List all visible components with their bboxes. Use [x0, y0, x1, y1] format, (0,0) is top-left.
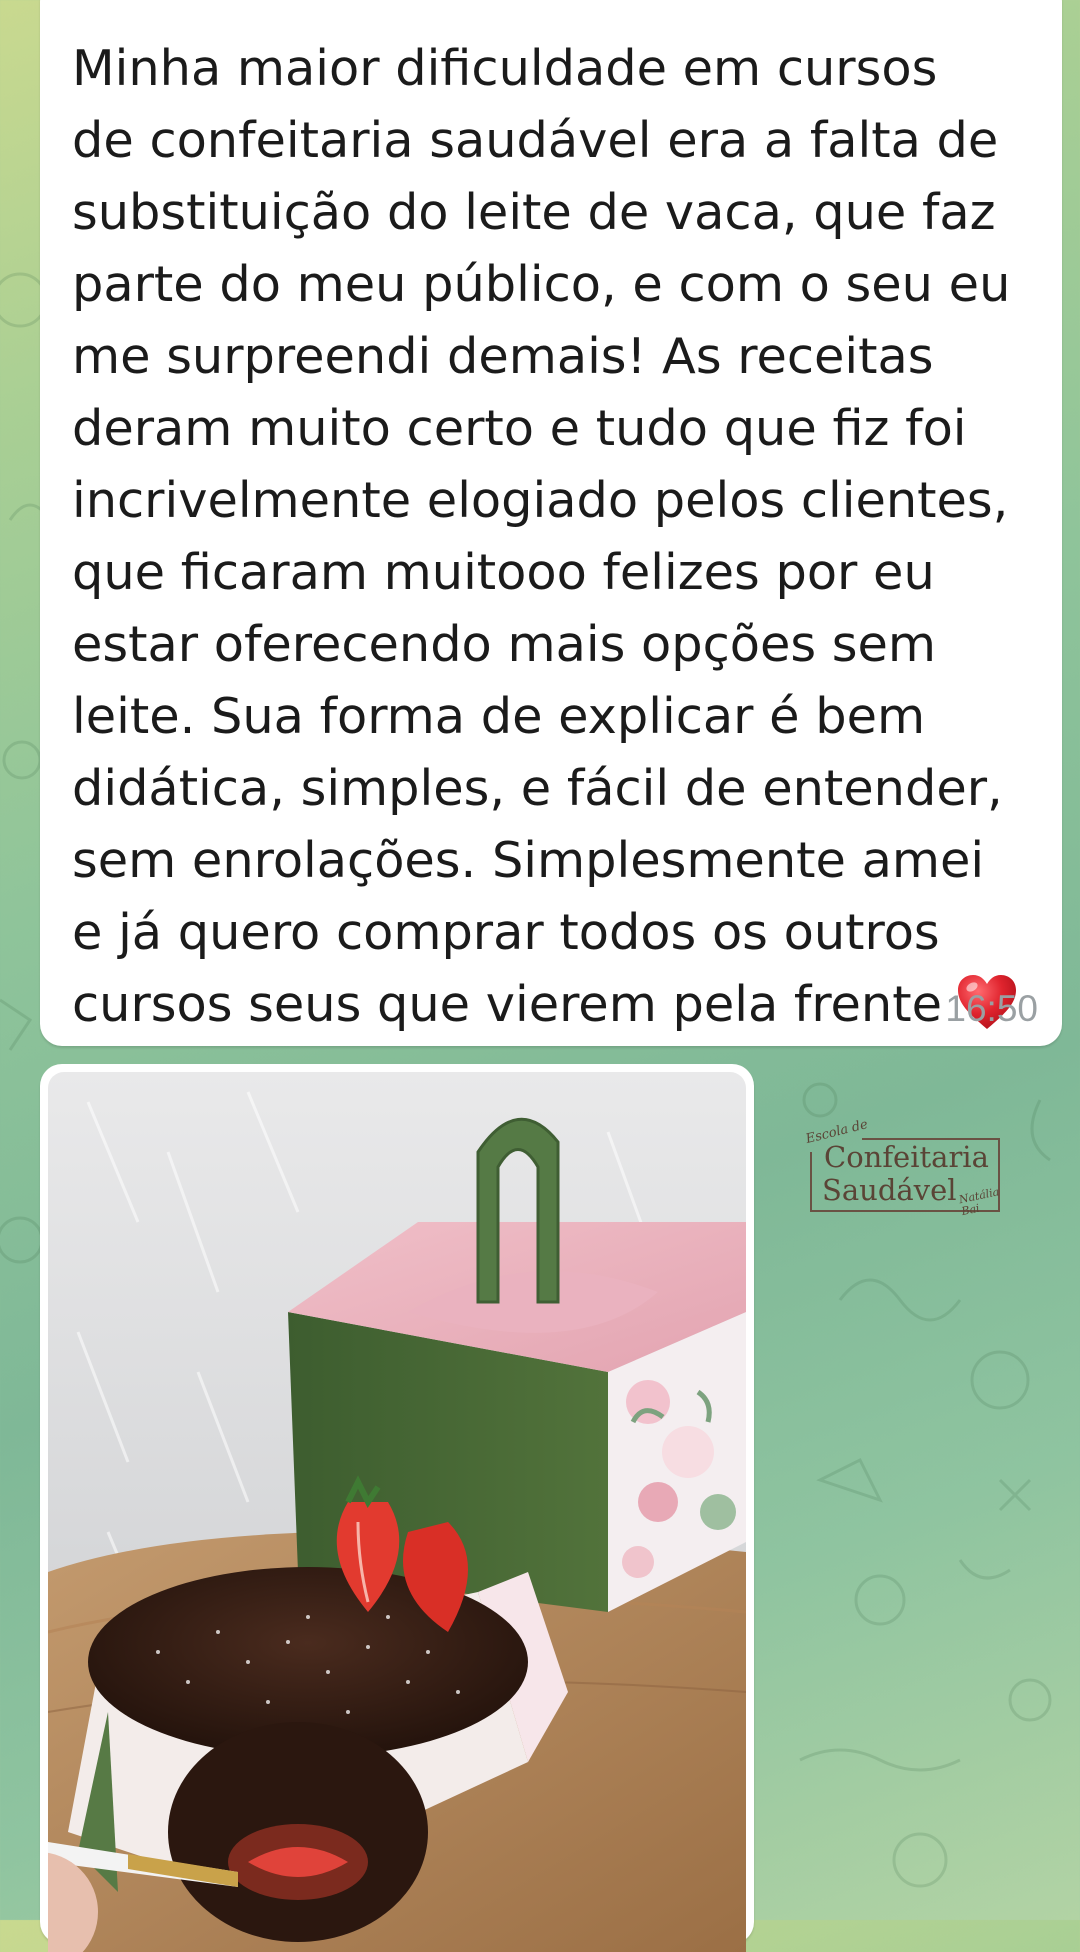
logo-line2: Saudável [822, 1173, 957, 1207]
message-line: que ficaram muitooo felizes por eu [72, 543, 935, 601]
message-line-last: cursos seus que vierem pela frente [72, 968, 1047, 1040]
message-line: deram muito certo e tudo que fiz foi [72, 399, 967, 457]
message-line: e já quero comprar todos os outros [72, 903, 940, 961]
message-line: me surpreendi demais! As receitas [72, 327, 934, 385]
photo-illustration [48, 1072, 746, 1952]
message-timestamp: 16:50 [945, 988, 1038, 1029]
message-text: Minha maior dificuldade em cursos de con… [72, 32, 1047, 1040]
logo-line1: Confeitaria [824, 1140, 989, 1174]
message-line-text: cursos seus que vierem pela frente [72, 975, 942, 1033]
message-line: estar oferecendo mais opções sem [72, 615, 936, 673]
watermark-logo: Escola de Confeitaria Saudável Natália B… [804, 1117, 1002, 1232]
message-line: parte do meu público, e com o seu eu [72, 255, 1011, 313]
message-line: sem enrolações. Simplesmente amei [72, 831, 985, 889]
message-line: didática, simples, e fácil de entender, [72, 759, 1003, 817]
message-line: de confeitaria saudável era a falta de [72, 111, 999, 169]
message-line: incrivelmente elogiado pelos clientes, [72, 471, 1009, 529]
message-line: leite. Sua forma de explicar é bem [72, 687, 926, 745]
text-message-bubble[interactable]: Minha maior dificuldade em cursos de con… [40, 0, 1062, 1046]
message-line: substituição do leite de vaca, que faz [72, 183, 996, 241]
message-line: Minha maior dificuldade em cursos [72, 39, 938, 97]
photo-chocolate-cake-gift-box[interactable] [48, 1072, 746, 1952]
photo-message-bubble[interactable] [40, 1064, 754, 1952]
logo-frame-left [810, 1152, 812, 1210]
